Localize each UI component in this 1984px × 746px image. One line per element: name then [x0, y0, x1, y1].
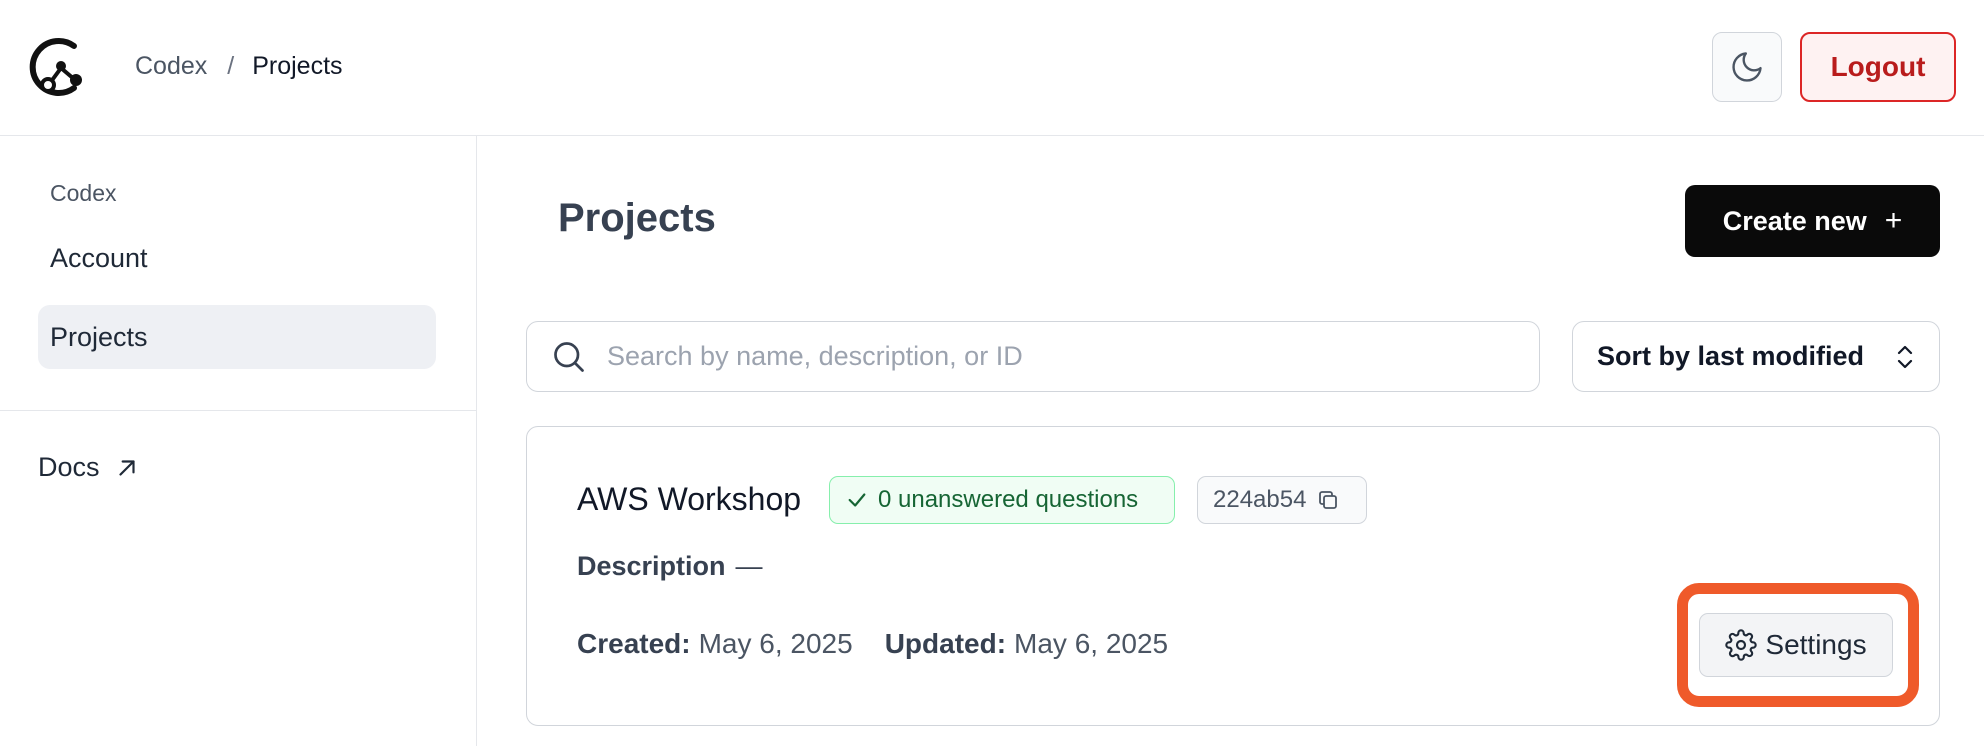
gear-icon — [1725, 629, 1758, 661]
updated-value: May 6, 2025 — [1014, 628, 1169, 659]
breadcrumb-projects: Projects — [252, 52, 343, 80]
copy-icon — [1319, 491, 1338, 509]
unanswered-questions-badge[interactable]: 0 unanswered questions — [829, 476, 1175, 524]
project-name[interactable]: AWS Workshop — [577, 481, 801, 518]
create-new-button[interactable]: Create new + — [1685, 185, 1940, 257]
breadcrumb-codex[interactable]: Codex — [135, 52, 207, 81]
sort-dropdown[interactable]: Sort by last modified — [1572, 321, 1940, 392]
description-label: Description — [577, 551, 726, 581]
settings-label: Settings — [1765, 629, 1867, 660]
sidebar-divider — [0, 410, 477, 411]
search-field[interactable] — [526, 321, 1540, 392]
sort-label: Sort by last modified — [1597, 341, 1865, 371]
docs-label: Docs — [38, 452, 100, 482]
breadcrumb: Codex / Projects — [135, 52, 343, 81]
project-id: 224ab54 — [1213, 486, 1307, 513]
project-description: Description — — [577, 551, 763, 582]
sidebar-item-label: Account — [50, 242, 148, 273]
sidebar-heading: Codex — [50, 180, 117, 206]
moon-icon — [1732, 52, 1762, 82]
search-icon — [554, 341, 584, 372]
search-input[interactable] — [607, 341, 1507, 372]
description-value: — — [735, 551, 763, 581]
plus-icon: + — [1884, 204, 1903, 237]
project-id-chip[interactable]: 224ab54 — [1197, 476, 1367, 524]
theme-toggle-button[interactable] — [1712, 32, 1782, 102]
external-link-icon — [118, 459, 135, 476]
updated-date: Updated: May 6, 2025 — [885, 628, 1168, 660]
sidebar-item-account[interactable]: Account — [38, 226, 436, 290]
badge-label: 0 unanswered questions — [878, 486, 1139, 513]
top-bar: Codex / Projects Logout — [0, 0, 1984, 136]
project-card[interactable]: AWS Workshop 0 unanswered questions 224a… — [526, 426, 1940, 726]
page-title: Projects — [558, 196, 716, 240]
docs-link[interactable]: Docs — [38, 452, 140, 483]
breadcrumb-separator: / — [227, 52, 235, 80]
sidebar-item-label: Projects — [50, 321, 148, 352]
created-label: Created: — [577, 628, 691, 659]
codex-logo[interactable] — [28, 34, 84, 100]
created-value: May 6, 2025 — [698, 628, 853, 659]
created-date: Created: May 6, 2025 — [577, 628, 853, 660]
project-dates: Created: May 6, 2025 Updated: May 6, 2025 — [577, 628, 1168, 660]
create-new-label: Create new — [1722, 205, 1867, 236]
updated-label: Updated: — [884, 628, 1007, 659]
sidebar: Codex Account Projects Docs — [0, 136, 477, 746]
check-icon — [848, 493, 866, 507]
logout-button[interactable]: Logout — [1800, 32, 1956, 102]
sidebar-item-projects[interactable]: Projects — [38, 305, 436, 369]
chevron-up-down-icon — [1897, 345, 1913, 368]
settings-button[interactable]: Settings — [1699, 613, 1893, 677]
